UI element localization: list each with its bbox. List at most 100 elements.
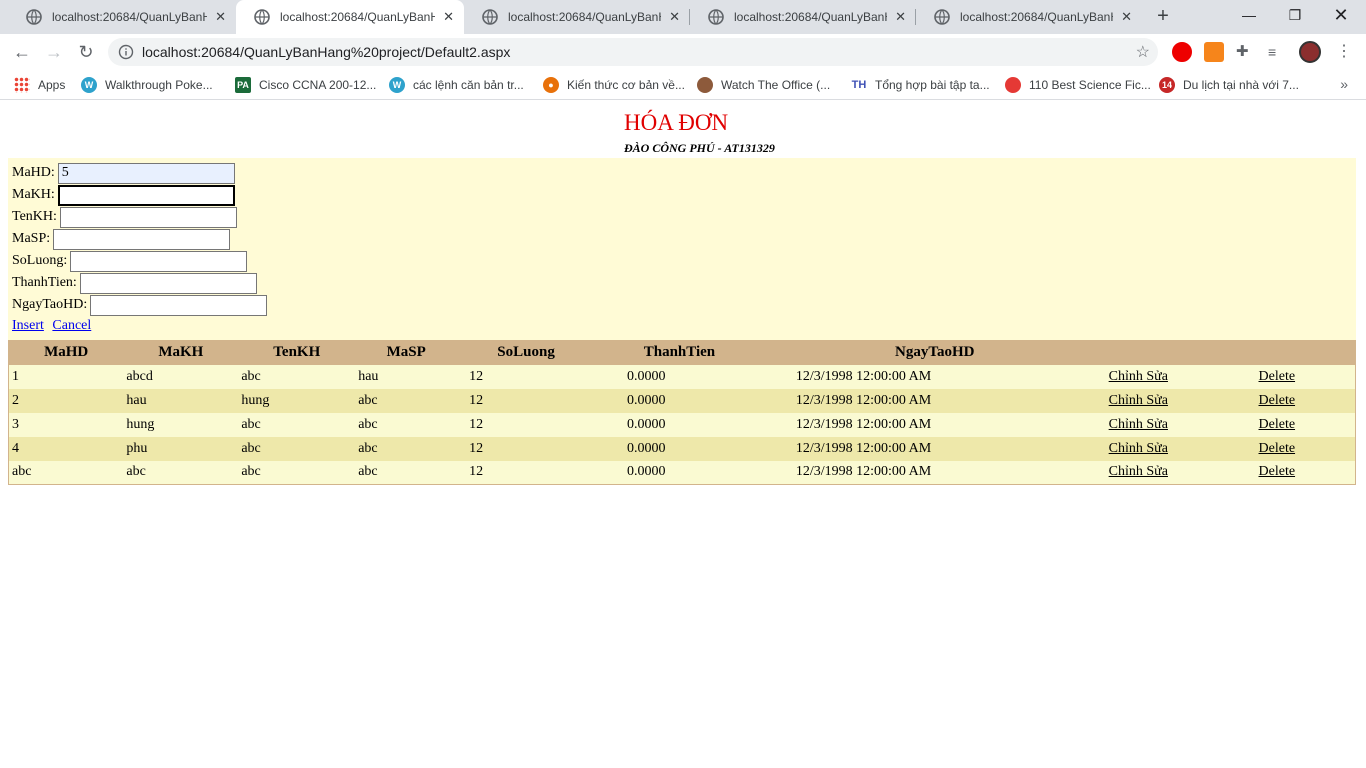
metamask-extension-icon[interactable] <box>1204 42 1224 62</box>
browser-tab-active[interactable]: localhost:20684/QuanLyBanHa ✕ <box>236 0 464 34</box>
bookmark-item[interactable]: 14 Du lịch tại nhà với 7... <box>1159 76 1299 94</box>
profile-avatar-icon[interactable] <box>1299 41 1321 63</box>
table-cell: 4 <box>8 436 124 461</box>
mahd-input[interactable] <box>57 162 235 184</box>
menu-kebab-icon[interactable]: ⋮ <box>1336 43 1352 63</box>
reload-icon[interactable]: ↻ <box>75 41 97 63</box>
tab-close-icon[interactable]: ✕ <box>1119 9 1134 25</box>
tab-close-icon[interactable]: ✕ <box>213 9 228 25</box>
bookmark-item[interactable]: W Walkthrough Poke... <box>81 76 213 94</box>
table-cell: hau <box>355 364 458 389</box>
table-row: 2 hau hung abc 12 0.0000 12/3/1998 12:00:00 AM… <box>8 388 1356 413</box>
field-label: NgayTaoHD: <box>12 297 88 312</box>
bookmark-item[interactable]: 110 Best Science Fic... <box>1005 76 1151 94</box>
tab-title: localhost:20684/QuanLyBanHa <box>734 10 888 24</box>
table-cell: 0.0000 <box>595 364 764 389</box>
page-title: HÓA ĐƠN <box>624 110 729 135</box>
tomato-icon <box>1005 77 1021 93</box>
delete-cell: Delete <box>1255 460 1356 485</box>
bookmark-star-icon[interactable]: ☆ <box>1136 42 1150 62</box>
address-bar[interactable]: localhost:20684/QuanLyBanHang%20project/… <box>108 38 1158 66</box>
opera-extension-icon[interactable] <box>1172 42 1192 62</box>
edit-link[interactable]: Chỉnh Sửa <box>1109 464 1168 479</box>
tenkh-input[interactable] <box>59 206 237 228</box>
cancel-link[interactable]: Cancel <box>52 318 91 333</box>
table-cell: abcd <box>123 364 239 389</box>
tab-title: localhost:20684/QuanLyBanHa <box>508 10 662 24</box>
edit-link[interactable]: Chỉnh Sửa <box>1109 369 1168 384</box>
bookmark-item[interactable]: ● Kiến thức cơ bản về... <box>543 76 685 94</box>
media-queue-icon[interactable]: ≡ <box>1268 44 1286 60</box>
table-cell: hung <box>238 388 356 413</box>
table-cell: 1 <box>8 364 124 389</box>
bookmarks-bar: Apps W Walkthrough Poke... PA Cisco CCNA… <box>0 70 1366 100</box>
back-arrow-icon[interactable]: ← <box>11 41 33 63</box>
column-header <box>1255 340 1356 365</box>
ngaytaohd-input[interactable] <box>90 294 268 316</box>
tab-close-icon[interactable]: ✕ <box>667 9 682 25</box>
bookmark-item[interactable]: W các lệnh căn bản tr... <box>389 76 524 94</box>
table-row: 1 abcd abc hau 12 0.0000 12/3/1998 12:00:00 AM… <box>8 364 1356 389</box>
thanhtien-input[interactable] <box>79 272 257 294</box>
field-label: MaHD: <box>12 165 55 180</box>
invoice-table: MaHD MaKH TenKH MaSP SoLuong ThanhTien N… <box>8 340 1356 485</box>
14-icon: 14 <box>1159 77 1175 93</box>
insert-link[interactable]: Insert <box>12 318 44 333</box>
form-row-thanhtien: ThanhTien: <box>12 272 257 294</box>
table-cell: 12 <box>457 412 596 437</box>
table-cell: 0.0000 <box>595 412 764 437</box>
table-cell: abc <box>238 460 356 485</box>
info-icon[interactable] <box>118 44 134 60</box>
minimize-icon[interactable]: — <box>1226 0 1272 30</box>
forward-arrow-icon[interactable]: → <box>43 41 65 63</box>
edit-link[interactable]: Chỉnh Sửa <box>1109 417 1168 432</box>
edit-link[interactable]: Chỉnh Sửa <box>1109 441 1168 456</box>
field-label: TenKH: <box>12 209 57 224</box>
masp-input[interactable] <box>53 228 231 250</box>
bookmark-label: Walkthrough Poke... <box>105 78 213 92</box>
browser-tab[interactable]: localhost:20684/QuanLyBanHa ✕ <box>916 0 1142 34</box>
restore-icon[interactable]: ❐ <box>1272 0 1318 30</box>
table-cell: abc <box>238 412 356 437</box>
form-row-soluong: SoLuong: <box>12 250 248 272</box>
delete-link[interactable]: Delete <box>1259 417 1296 432</box>
avatar-icon <box>697 77 713 93</box>
makh-input[interactable] <box>57 184 235 206</box>
table-cell: 3 <box>8 412 124 437</box>
globe-icon <box>254 9 270 25</box>
table-cell: abc <box>355 436 458 461</box>
bookmark-item[interactable]: TH Tổng hợp bài tập ta... <box>851 76 990 94</box>
column-header: MaHD <box>8 340 124 365</box>
browser-tab[interactable]: localhost:20684/QuanLyBanHa ✕ <box>8 0 236 34</box>
plus-icon[interactable]: + <box>1153 6 1173 26</box>
close-icon[interactable]: ✕ <box>1318 0 1364 30</box>
th-icon: TH <box>851 79 867 91</box>
apps-grid-icon <box>14 77 30 93</box>
browser-tab[interactable]: localhost:20684/QuanLyBanHa ✕ <box>690 0 916 34</box>
delete-link[interactable]: Delete <box>1259 393 1296 408</box>
bookmark-item[interactable]: Watch The Office (... <box>697 76 830 94</box>
column-header: MaSP <box>355 340 458 365</box>
browser-tab[interactable]: localhost:20684/QuanLyBanHa ✕ <box>464 0 690 34</box>
table-cell: 12/3/1998 12:00:00 AM <box>763 436 1106 461</box>
puzzle-extensions-icon[interactable]: ✚ <box>1236 44 1252 60</box>
table-cell: hau <box>123 388 239 413</box>
tab-close-icon[interactable]: ✕ <box>441 9 456 25</box>
chevron-double-right-icon[interactable]: » <box>1340 76 1348 92</box>
delete-link[interactable]: Delete <box>1259 441 1296 456</box>
table-cell: abc <box>355 412 458 437</box>
field-label: SoLuong: <box>12 253 68 268</box>
edit-link[interactable]: Chỉnh Sửa <box>1109 393 1168 408</box>
field-label: ThanhTien: <box>12 275 77 290</box>
bookmark-item[interactable]: PA Cisco CCNA 200-12... <box>235 76 376 94</box>
soluong-input[interactable] <box>70 250 248 272</box>
bookmark-apps[interactable]: Apps <box>14 76 65 94</box>
tab-close-icon[interactable]: ✕ <box>893 9 908 25</box>
form-row-ngaytaohd: NgayTaoHD: <box>12 294 268 316</box>
delete-link[interactable]: Delete <box>1259 464 1296 479</box>
table-cell: 12/3/1998 12:00:00 AM <box>763 412 1106 437</box>
table-cell: phu <box>123 436 239 461</box>
tab-title: localhost:20684/QuanLyBanHa <box>960 10 1114 24</box>
tab-strip: localhost:20684/QuanLyBanHa ✕ localhost:… <box>0 0 1366 34</box>
delete-link[interactable]: Delete <box>1259 369 1296 384</box>
